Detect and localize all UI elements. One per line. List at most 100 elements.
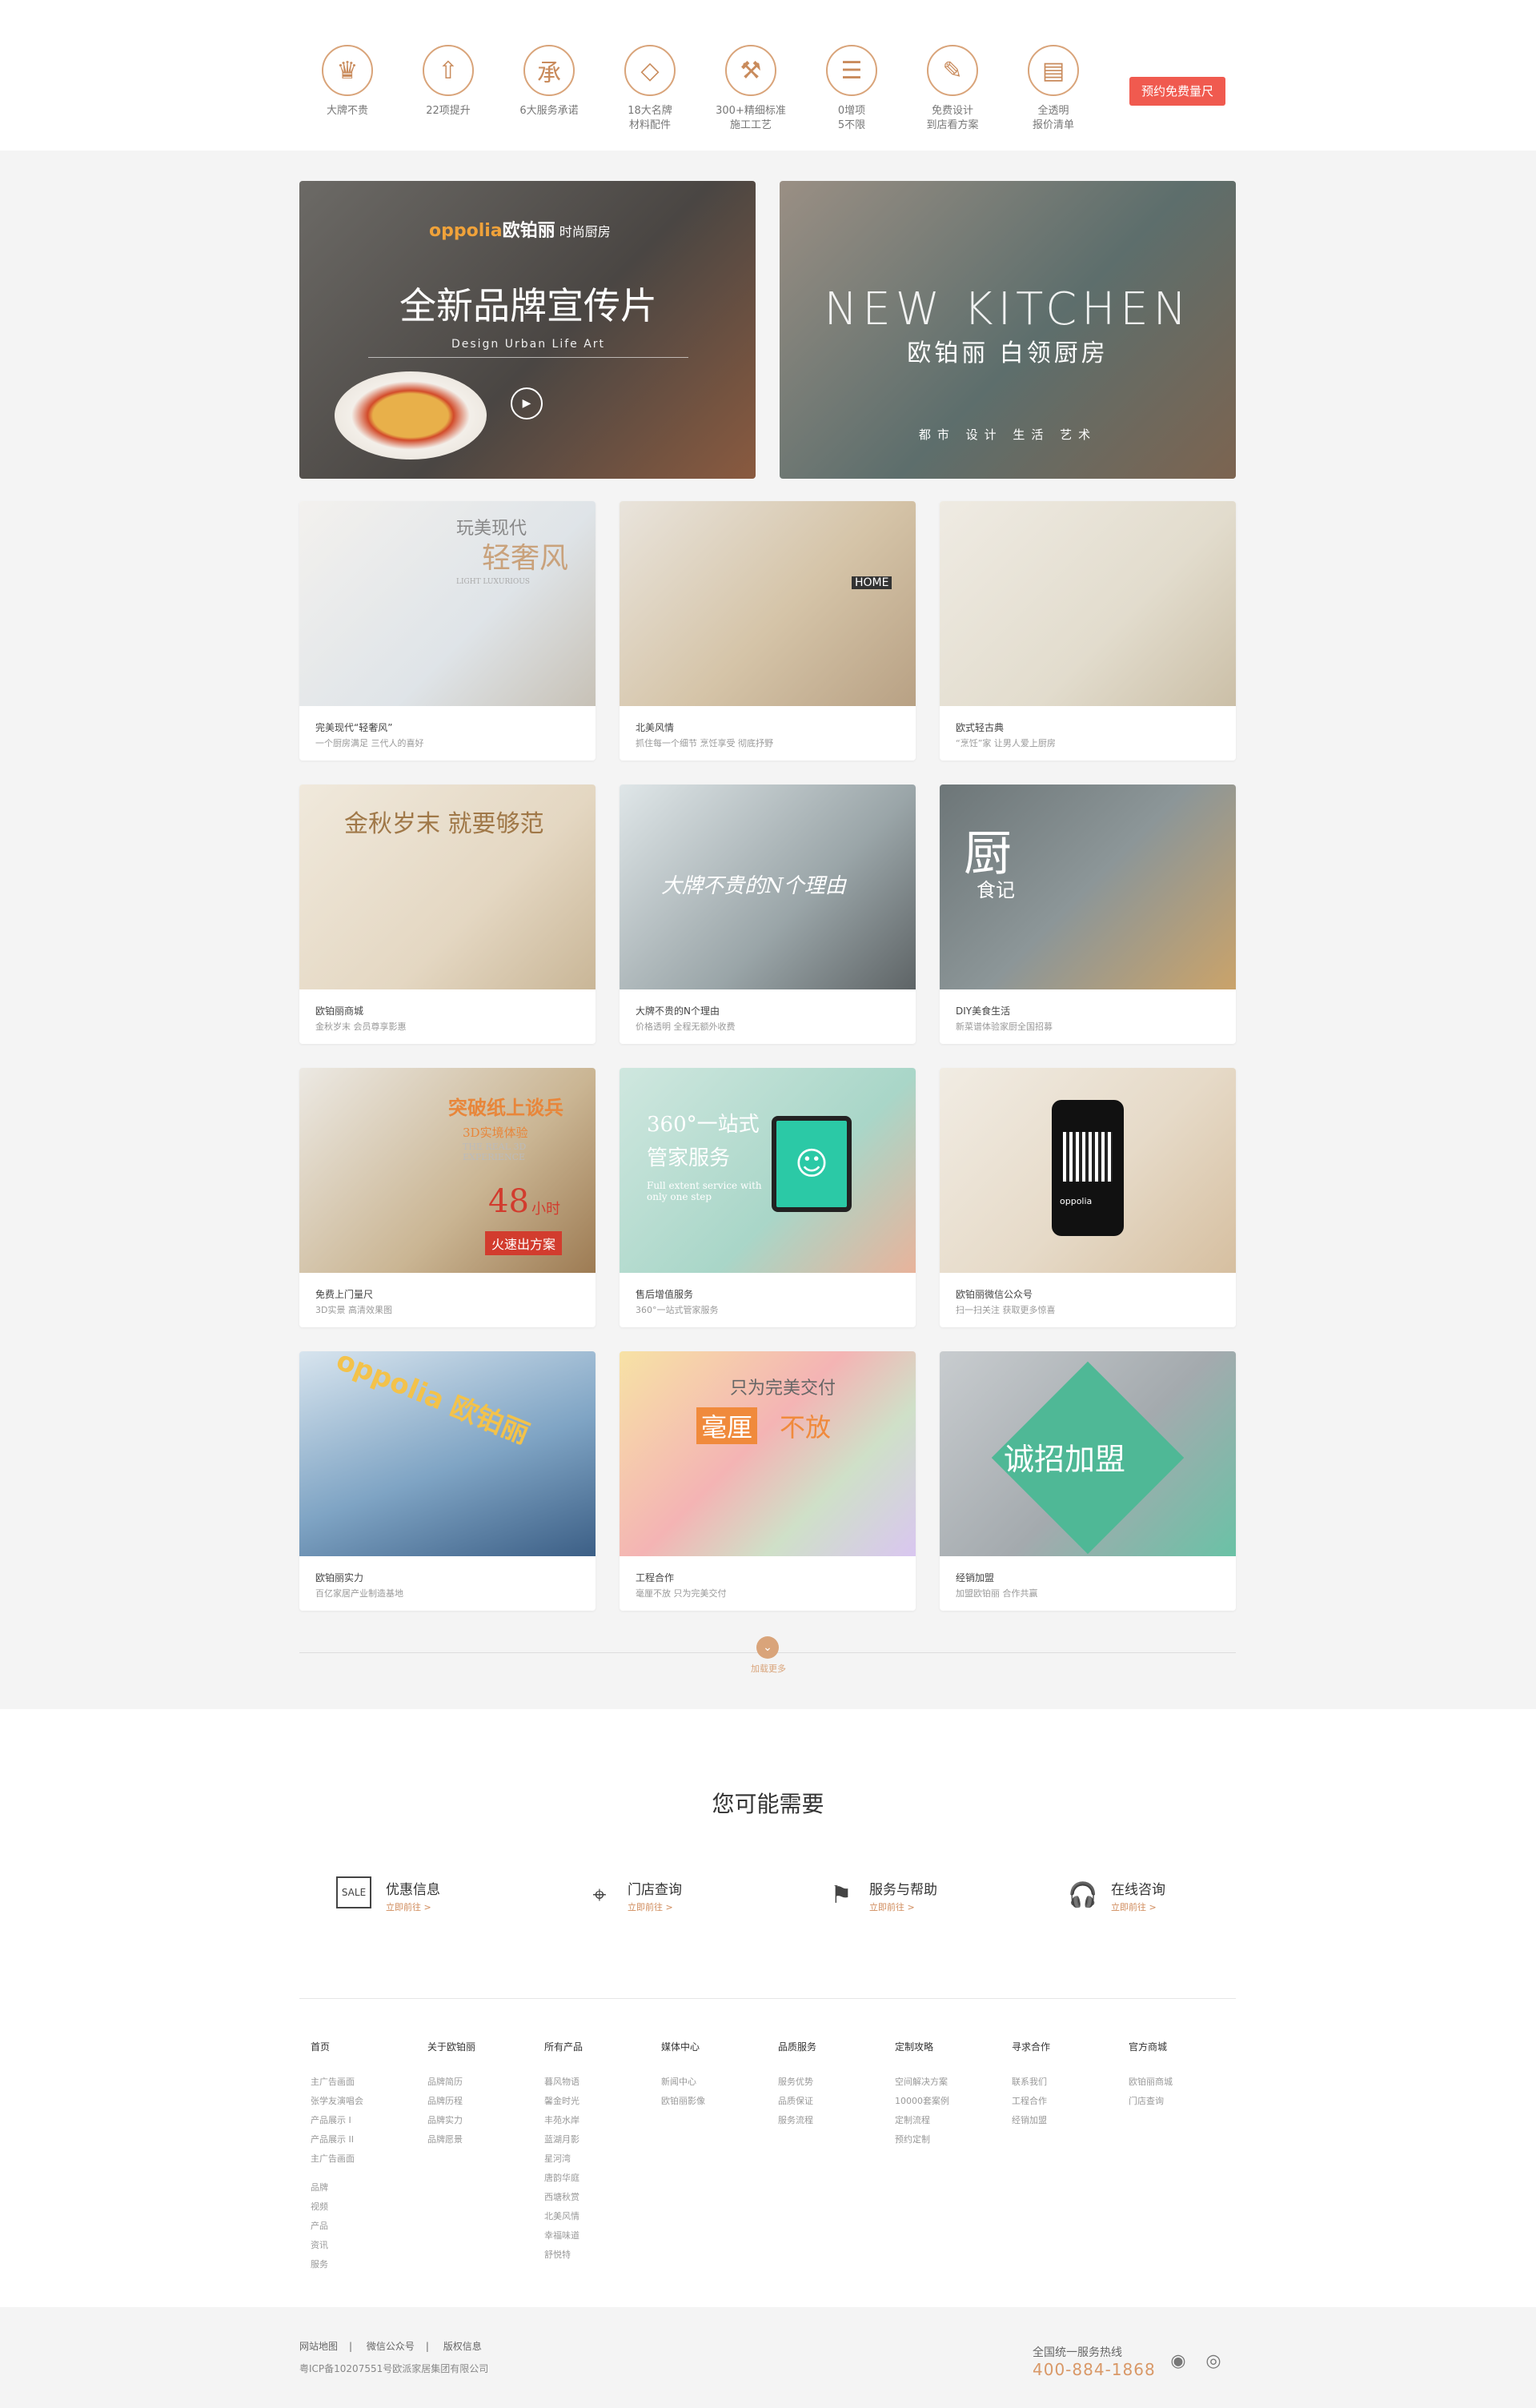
- content-card[interactable]: HOME 北美风情 抓住每一个细节 烹饪享受 彻底抒野: [620, 501, 916, 761]
- footer-link[interactable]: 暮风物语: [544, 2073, 656, 2092]
- footer-link[interactable]: 张学友演唱会: [311, 2092, 423, 2111]
- footer-link[interactable]: 西塘秋赏: [544, 2188, 656, 2207]
- brand-video-banner[interactable]: oppolia欧铂丽 时尚厨房 全新品牌宣传片 Design Urban Lif…: [299, 181, 756, 479]
- footer-link[interactable]: 微信公众号: [367, 2341, 415, 2352]
- hotline-number: 400-884-1868: [1033, 2360, 1156, 2379]
- footer-link[interactable]: 服务优势: [778, 2073, 890, 2092]
- service-link[interactable]: 立即前往 >: [628, 1900, 673, 1913]
- content-card[interactable]: 突破纸上谈兵 3D实境体验 THE REAL 3D EXPERIENCE 48 小时 火速…: [299, 1068, 596, 1327]
- footer-link[interactable]: 品质保证: [778, 2092, 890, 2111]
- promo-label: 全透明 报价清单: [1032, 105, 1074, 131]
- footer-link[interactable]: 主广告画面: [311, 2149, 423, 2169]
- crown-icon: ♛: [322, 45, 373, 96]
- overlay-text: 突破纸上谈兵: [448, 1096, 563, 1119]
- card-desc: 360°一站式管家服务: [636, 1305, 719, 1315]
- footer-link[interactable]: 品牌简历: [427, 2073, 539, 2092]
- promo-item: ▤ 全透明 报价清单: [1005, 45, 1101, 136]
- overlay-text: 48: [488, 1183, 529, 1220]
- footer-link[interactable]: 幸福味道: [544, 2226, 656, 2245]
- chevron-down-icon[interactable]: ⌄: [756, 1636, 779, 1659]
- footer-link[interactable]: 预约定制: [895, 2130, 1007, 2149]
- footer-column-title: 首页: [311, 2041, 331, 2053]
- card-desc: 金秋岁末 会员尊享影惠: [315, 1021, 407, 1032]
- overlay-text: 大牌不贵的N个理由: [661, 874, 846, 898]
- footer-link[interactable]: 品牌实力: [427, 2111, 539, 2130]
- footer-column-title: 官方商城: [1129, 2041, 1168, 2053]
- card-title: 经销加盟: [956, 1572, 995, 1583]
- footer-link[interactable]: 品牌愿景: [427, 2130, 539, 2149]
- footer-link[interactable]: 网站地图: [299, 2341, 338, 2352]
- footer: [0, 2307, 1536, 2408]
- card-image: 360°一站式 管家服务 Full extent service with only…: [620, 1068, 916, 1273]
- service-2[interactable]: ⚑ 服务与帮助 立即前往 >: [820, 1873, 1020, 1921]
- overlay-text: oppolia: [1060, 1196, 1093, 1206]
- card-desc: 价格透明 全程无额外收费: [636, 1021, 736, 1032]
- promo-item: ✎ 免费设计 到店看方案: [904, 45, 1001, 136]
- overlay-text: 只为完美交付: [730, 1379, 836, 1399]
- content-card[interactable]: oppolia 欧铂丽 欧铂丽实力 百亿家居产业制造基地: [299, 1351, 596, 1611]
- footer-link[interactable]: 产品展示 I: [311, 2111, 423, 2130]
- content-card[interactable]: 360°一站式 管家服务 Full extent service with only…: [620, 1068, 916, 1327]
- service-0[interactable]: SALE 优惠信息 立即前往 >: [336, 1873, 536, 1921]
- load-more-link[interactable]: 加载更多: [736, 1662, 800, 1675]
- footer-link[interactable]: 空间解决方案: [895, 2073, 1007, 2092]
- card-image: oppolia 欧铂丽: [299, 1351, 596, 1556]
- overlay-text: 金秋岁末 就要够范: [344, 810, 544, 838]
- card-image: 玩美现代 轻奢风 LIGHT LUXURIOUS: [299, 501, 596, 706]
- content-card[interactable]: 只为完美交付 毫厘 不放 工程合作 毫厘不放 只为完美交付: [620, 1351, 916, 1611]
- overlay-text: HOME: [852, 576, 892, 589]
- footer-link[interactable]: 品牌: [311, 2178, 423, 2197]
- service-link[interactable]: 立即前往 >: [1111, 1900, 1157, 1913]
- weibo-icon[interactable]: ◉: [1167, 2350, 1189, 2373]
- footer-link[interactable]: 产品: [311, 2217, 423, 2236]
- overlay-text: 火速出方案: [485, 1231, 563, 1255]
- service-title: 门店查询: [628, 1882, 682, 1898]
- footer-link[interactable]: 欧铂丽影像: [661, 2092, 773, 2111]
- footer-link[interactable]: 品牌历程: [427, 2092, 539, 2111]
- card-title: 欧铂丽实力: [315, 1572, 364, 1583]
- service-link[interactable]: 立即前往 >: [869, 1900, 915, 1913]
- content-card[interactable]: 金秋岁末 就要够范 欧铂丽商城 金秋岁末 会员尊享影惠: [299, 785, 596, 1044]
- content-card[interactable]: 诚招加盟 经销加盟 加盟欧铂丽 合作共赢: [940, 1351, 1236, 1611]
- free-measure-button[interactable]: 预约免费量尺: [1129, 77, 1225, 106]
- footer-link[interactable]: 新闻中心: [661, 2073, 773, 2092]
- card-title: 完美现代“轻奢风”: [315, 722, 393, 733]
- footer-link[interactable]: 门店查询: [1129, 2092, 1241, 2111]
- footer-link[interactable]: 欧铂丽商城: [1129, 2073, 1241, 2092]
- service-title: 优惠信息: [386, 1882, 440, 1898]
- footer-link[interactable]: 服务: [311, 2255, 423, 2274]
- footer-link[interactable]: 蓝湖月影: [544, 2130, 656, 2149]
- footer-link[interactable]: 版权信息: [443, 2341, 482, 2352]
- content-card[interactable]: oppolia 欧铂丽微信公众号 扫一扫关注 获取更多惊喜: [940, 1068, 1236, 1327]
- footer-link[interactable]: 舒悦特: [544, 2245, 656, 2265]
- footer-link[interactable]: 联系我们: [1012, 2073, 1124, 2092]
- footer-column-title: 所有产品: [544, 2041, 584, 2053]
- wechat-icon[interactable]: ◎: [1202, 2350, 1225, 2373]
- footer-link[interactable]: 10000套案例: [895, 2092, 1007, 2111]
- service-link[interactable]: 立即前往 >: [386, 1900, 431, 1913]
- footer-link[interactable]: 星河湾: [544, 2149, 656, 2169]
- footer-link[interactable]: 经销加盟: [1012, 2111, 1124, 2130]
- footer-column-title: 媒体中心: [661, 2041, 700, 2053]
- location-pin-icon: ⌖: [592, 1881, 607, 1909]
- footer-link[interactable]: 丰苑水岸: [544, 2111, 656, 2130]
- footer-link[interactable]: 馨金时光: [544, 2092, 656, 2111]
- footer-link[interactable]: 资讯: [311, 2236, 423, 2255]
- card-desc: 加盟欧铂丽 合作共赢: [956, 1588, 1038, 1599]
- content-card[interactable]: 玩美现代 轻奢风 LIGHT LUXURIOUS 完美现代“轻奢风” 一个厨房满足 三代…: [299, 501, 596, 761]
- footer-link[interactable]: 唐韵华庭: [544, 2169, 656, 2188]
- footer-link[interactable]: 产品展示 II: [311, 2130, 423, 2149]
- service-3[interactable]: 🎧 在线咨询 立即前往 >: [1061, 1873, 1261, 1921]
- footer-link[interactable]: 主广告画面: [311, 2073, 423, 2092]
- footer-link[interactable]: 北美风情: [544, 2207, 656, 2226]
- service-1[interactable]: ⌖ 门店查询立即前往 >: [578, 1873, 778, 1921]
- footer-link[interactable]: 服务流程: [778, 2111, 890, 2130]
- new-kitchen-banner[interactable]: NEW KITCHEN 欧铂丽 白领厨房 都市 设计 生活 艺术: [780, 181, 1236, 479]
- play-icon[interactable]: ▶: [511, 387, 543, 419]
- footer-link[interactable]: 定制流程: [895, 2111, 1007, 2130]
- content-card[interactable]: 厨食记 DIY美食生活 新菜谱体验家厨全国招募: [940, 785, 1236, 1044]
- footer-link[interactable]: 工程合作: [1012, 2092, 1124, 2111]
- footer-link[interactable]: 视频: [311, 2197, 423, 2217]
- content-card[interactable]: 大牌不贵的N个理由 大牌不贵的N个理由 价格透明 全程无额外收费: [620, 785, 916, 1044]
- content-card[interactable]: 欧式轻古典 “烹饪”家 让男人爱上厨房: [940, 501, 1236, 761]
